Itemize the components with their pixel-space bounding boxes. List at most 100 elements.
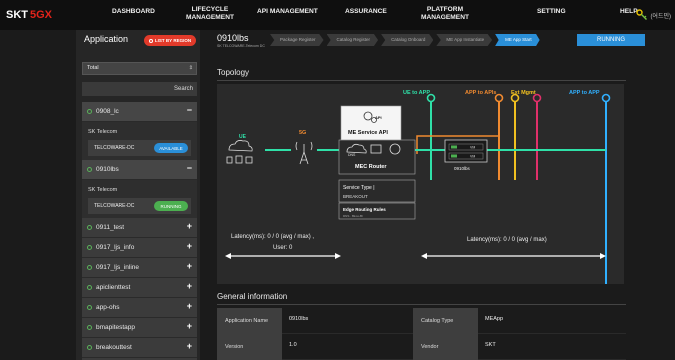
arrow-left-icon <box>225 253 231 259</box>
filter-select-value: Total <box>87 65 99 71</box>
topology-diagram: UE to APP APP to APIs Ext Mgmt APP to AP… <box>217 84 624 284</box>
status-dot-icon <box>87 345 92 350</box>
vm-led-icon <box>451 154 457 158</box>
app-org: SK Telecom <box>88 187 118 193</box>
nav-assurance[interactable]: ASSURANCE <box>345 8 387 16</box>
search-button[interactable]: Search <box>82 82 197 96</box>
logo-text-gx: GX <box>36 9 53 21</box>
nav-dashboard[interactable]: DASHBOARD <box>112 8 155 16</box>
running-status-button[interactable]: RUNNING <box>577 34 645 46</box>
app-list-item-0908-lc[interactable]: 0908_lc − <box>82 102 197 122</box>
cloud-row[interactable]: TELCOWARE-DC AVAILABLE <box>88 140 191 156</box>
label-ue-to-app: UE to APP <box>403 90 430 96</box>
service-type-value: BREAKOUT <box>343 194 368 199</box>
app-list-item-0917-ljs-inline[interactable]: 0917_ljs_inline + <box>82 258 197 278</box>
app-list-item-breakouttest[interactable]: breakouttest + <box>82 338 197 358</box>
expand-icon[interactable]: + <box>187 321 192 331</box>
app-list-item-0917-ljs-info[interactable]: 0917_ljs_info + <box>82 238 197 258</box>
app-name: app-ohs <box>96 304 120 311</box>
nav-help[interactable]: HELP <box>620 8 638 16</box>
general-info-title: General information <box>217 292 288 301</box>
info-row: Version 1.0 Vendor SKT <box>217 334 626 360</box>
expand-icon[interactable]: + <box>187 341 192 351</box>
step-me-app-start[interactable]: ME App Start <box>495 34 540 46</box>
list-by-region-button[interactable]: LIST BY REGION <box>144 35 196 46</box>
arrow-left-icon <box>421 253 427 259</box>
app-name: 0911_test <box>96 224 125 231</box>
arrow-right-icon <box>335 253 341 259</box>
latency-right: Latency(ms): 0 / 0 (avg / max) <box>467 237 547 243</box>
vm-label: VM <box>470 155 475 159</box>
expand-icon[interactable]: + <box>187 281 192 291</box>
status-dot-icon <box>87 109 92 114</box>
nav-platform-management[interactable]: PLATFORM MANAGEMENT <box>421 6 469 22</box>
user-menu[interactable]: (어드민) <box>636 9 671 21</box>
status-dot-icon <box>87 265 92 270</box>
cloud-name: TELCOWARE-DC <box>94 203 135 209</box>
status-dot-icon <box>87 167 92 172</box>
step-catalog-onboard[interactable]: Catalog Onboard <box>381 34 434 46</box>
edge-routing-sub: DNS · Bk-to-Br <box>343 214 363 218</box>
info-label: Catalog Type <box>413 308 478 334</box>
logo[interactable]: SKT 5 GX <box>0 0 82 30</box>
list-by-region-label: LIST BY REGION <box>154 38 192 43</box>
api-label: API <box>375 115 382 120</box>
nav-lifecycle-management[interactable]: LIFECYCLE MANAGEMENT <box>186 6 234 22</box>
cloud-row[interactable]: TELCOWARE-DC RUNNING <box>88 198 191 214</box>
app-detail-0908-lc: SK Telecom TELCOWARE-DC AVAILABLE <box>82 122 197 160</box>
dns-label: DNS <box>348 153 356 157</box>
antenna-icon <box>295 141 313 165</box>
app-name: 0917_ljs_inline <box>96 264 140 271</box>
expand-icon[interactable]: + <box>187 221 192 231</box>
topology-svg: UE to APP APP to APIs Ext Mgmt APP to AP… <box>225 90 611 284</box>
app-name: 0910lbs <box>96 166 119 173</box>
app-name: bmapitestapp <box>96 324 136 331</box>
region-dot-icon <box>148 38 153 43</box>
app-name: apiclienttest <box>96 284 131 291</box>
nav-setting[interactable]: SETTING <box>537 8 566 16</box>
status-dot-icon <box>87 225 92 230</box>
info-value: 1.0 <box>289 342 297 348</box>
endpoint-app-to-app <box>601 93 611 103</box>
info-label: Vendor <box>413 334 478 360</box>
expand-icon[interactable]: + <box>187 241 192 251</box>
step-me-app-instantiate[interactable]: ME App Instantiate <box>436 34 493 46</box>
label-5g: 5G <box>299 130 306 136</box>
app-name: breakouttest <box>96 344 132 351</box>
app-list-item-0910lbs[interactable]: 0910lbs − <box>82 160 197 180</box>
logo-text-skt: SKT <box>6 9 28 21</box>
nav-api-management[interactable]: API MANAGEMENT <box>257 8 318 16</box>
status-dot-icon <box>87 305 92 310</box>
info-value: MEApp <box>485 316 504 322</box>
sidebar-title: Application <box>84 34 129 44</box>
app-root: SKT 5 GX DASHBOARD LIFECYCLE MANAGEMENT … <box>0 0 675 360</box>
filter-select[interactable]: Total ⇳ <box>82 62 197 75</box>
info-value: 0910lbs <box>289 316 309 322</box>
general-info-table: Application Name 0910lbs Catalog Type ME… <box>217 308 626 360</box>
select-arrows-icon: ⇳ <box>188 65 193 71</box>
app-list-item-0911-test[interactable]: 0911_test + <box>82 218 197 238</box>
edge-routing-label: Edge Routing Rules <box>343 207 386 212</box>
app-org: SK Telecom <box>88 129 118 135</box>
collapse-icon[interactable]: − <box>187 163 192 173</box>
info-label: Application Name <box>217 308 282 334</box>
collapse-icon[interactable]: − <box>187 105 192 115</box>
label-app-to-app: APP to APP <box>569 90 600 96</box>
app-list-item-apiclienttest[interactable]: apiclienttest + <box>82 278 197 298</box>
app-name: 0917_ljs_info <box>96 244 135 251</box>
step-catalog-register[interactable]: Catalog Register <box>326 34 379 46</box>
app-list-item-bmapitestapp[interactable]: bmapitestapp + <box>82 318 197 338</box>
expand-icon[interactable]: + <box>187 261 192 271</box>
latency-left: Latency(ms): 0 / 0 (avg / max) , <box>231 234 314 240</box>
app-list-item-app-ohs[interactable]: app-ohs + <box>82 298 197 318</box>
latency-left-user: User: 0 <box>273 245 293 251</box>
label-ext-mgmt: Ext Mgmt <box>511 90 536 96</box>
lifecycle-steps: Package Register Catalog Register Catalo… <box>270 34 543 46</box>
expand-icon[interactable]: + <box>187 301 192 311</box>
topology-title: Topology <box>217 68 250 77</box>
status-dot-icon <box>87 325 92 330</box>
page-title: 0910lbs <box>217 33 249 43</box>
step-package-register[interactable]: Package Register <box>270 34 324 46</box>
mec-router-label: MEC Router <box>355 164 387 170</box>
vm-label: VM <box>470 146 475 150</box>
